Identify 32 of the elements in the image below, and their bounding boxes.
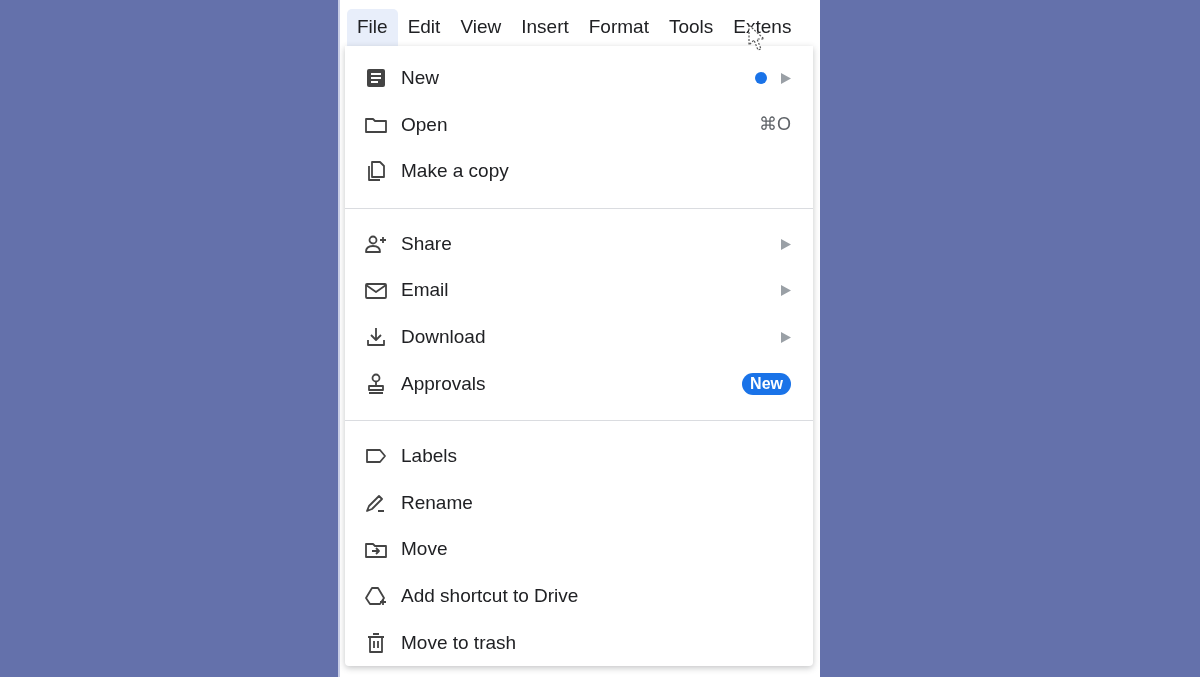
menu-item-label: Approvals: [401, 371, 487, 396]
menu-item[interactable]: Move: [345, 526, 813, 573]
menu-item[interactable]: Email: [345, 267, 813, 314]
menu-item-label: Open: [401, 112, 449, 137]
menu-item[interactable]: Rename: [345, 479, 813, 527]
menu-item[interactable]: Move to trash: [345, 619, 813, 667]
menu-tab[interactable]: File: [347, 9, 398, 46]
menu-item-label: Move: [401, 537, 449, 562]
menu-tab[interactable]: Format: [578, 9, 659, 46]
menu-item[interactable]: Approvals New: [345, 360, 813, 408]
menu-item-label: Share: [401, 231, 453, 256]
menu-item-label: New: [401, 66, 440, 91]
new-badge: New: [742, 372, 791, 395]
menu-tab[interactable]: Insert: [511, 9, 579, 46]
menu-item-label: Move to trash: [401, 630, 518, 655]
menu-item[interactable]: Labels: [345, 433, 813, 480]
menu-item[interactable]: Add shortcut to Drive: [345, 572, 813, 620]
menu-item[interactable]: Open ⌘O: [345, 101, 813, 149]
menu-item[interactable]: Share: [345, 220, 813, 268]
menu-item-label: Email: [401, 278, 450, 303]
menu-item[interactable]: Download: [345, 313, 813, 361]
menu-item-label: Rename: [401, 490, 474, 515]
menu-item-label: Labels: [401, 444, 458, 469]
menu-tab[interactable]: Tools: [658, 9, 724, 46]
keyboard-shortcut: ⌘O: [759, 113, 791, 137]
menu-item-label: Download: [401, 325, 487, 349]
menu-item[interactable]: Make a copy: [345, 148, 813, 195]
menu-item-label: Make a copy: [401, 159, 510, 184]
menu-item-label: Add shortcut to Drive: [401, 584, 580, 608]
menu-item[interactable]: New: [345, 55, 813, 102]
menu-tab[interactable]: View: [450, 9, 512, 46]
menu-tab[interactable]: Edit: [397, 9, 451, 46]
